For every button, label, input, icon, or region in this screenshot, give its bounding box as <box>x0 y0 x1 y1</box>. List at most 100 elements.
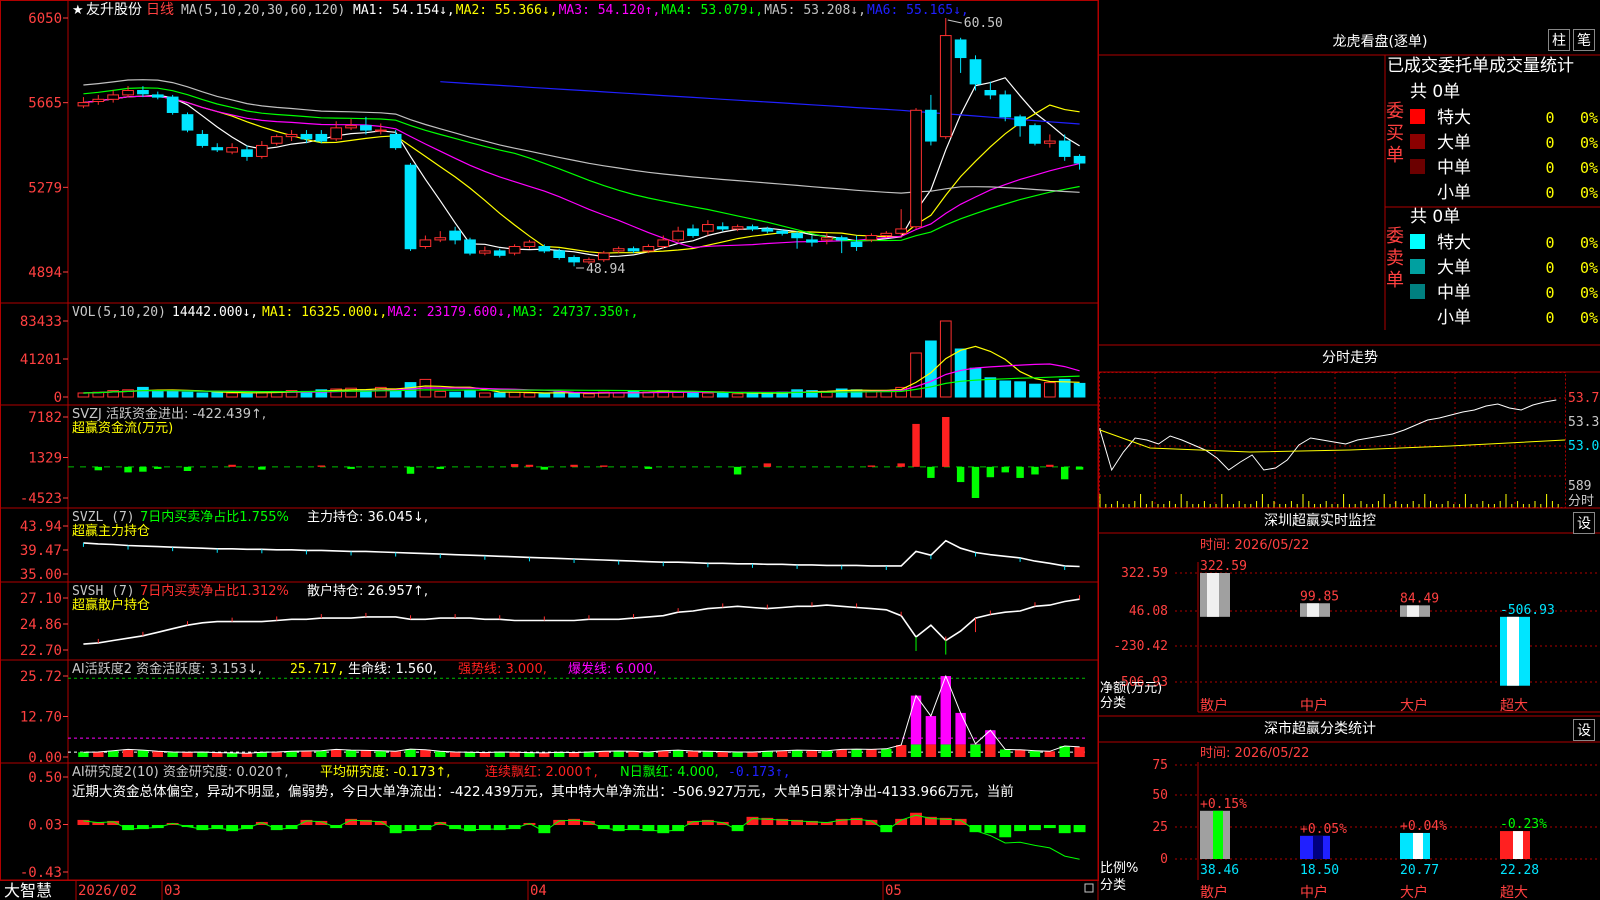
candle-body <box>954 39 967 59</box>
flow-bar <box>124 466 132 473</box>
research-bar <box>1058 825 1071 834</box>
active-bar <box>167 751 178 757</box>
sz-monitor-time: 时间: 2026/05/22 <box>1200 538 1309 553</box>
buy-row-swatch <box>1410 109 1425 124</box>
active-bar <box>732 751 743 757</box>
main-label: SVZL (7) <box>72 510 135 525</box>
retail-axis-tick: 24.86 <box>20 617 62 633</box>
active-burst-bar <box>955 712 966 745</box>
cls-bar-pct: 20.77 <box>1400 863 1439 878</box>
volume-bar <box>583 393 595 398</box>
active-bar <box>122 749 134 757</box>
volume-bar <box>226 392 238 398</box>
candle-body <box>315 133 328 142</box>
active-bar <box>1000 749 1011 757</box>
research-bar <box>1029 825 1041 831</box>
sell-row-label: 中单 <box>1437 283 1471 303</box>
active-bar <box>747 751 758 757</box>
active-bar <box>271 751 282 757</box>
candle-body <box>345 125 357 129</box>
sz-category-label: 大户 <box>1400 697 1428 714</box>
candle-body <box>553 250 566 258</box>
candle-body <box>731 226 744 230</box>
active-bar <box>182 752 193 757</box>
lock-icon <box>1084 883 1094 893</box>
sell-group-label: 委 <box>1386 226 1404 247</box>
research-bar <box>999 825 1012 838</box>
volume-bar <box>984 377 997 398</box>
flow-label: SVZJ 活跃资金进出: -422.439↑, <box>72 406 266 422</box>
flow-bar <box>912 423 920 467</box>
flow-bar <box>1046 464 1054 467</box>
candle-body <box>92 98 105 102</box>
ma5-line <box>83 77 1080 258</box>
flow-bar <box>1016 466 1024 478</box>
candle-body <box>107 94 120 100</box>
cls-bar-shine <box>1413 832 1423 859</box>
active-bar <box>360 750 372 757</box>
column-view-button[interactable]: 柱 <box>1548 29 1570 51</box>
volume-bar <box>538 393 551 398</box>
price-axis-tick: 5665 <box>28 96 62 112</box>
flow-bar <box>1060 466 1069 480</box>
active-bar <box>137 750 149 757</box>
active-bar <box>197 751 208 757</box>
volume-bar <box>196 392 209 398</box>
intraday-title: 分时走势 <box>1322 350 1378 366</box>
buy-row-count: 0 <box>1545 159 1554 177</box>
sz-category-label: 散户 <box>1200 697 1228 714</box>
volume-bar <box>464 390 476 398</box>
flow-bar <box>436 466 444 469</box>
retail-label: SVSH (7) <box>72 584 135 599</box>
buy-row-count: 0 <box>1545 184 1554 202</box>
sell-row-count: 0 <box>1545 309 1554 327</box>
flow-bar <box>600 465 608 467</box>
active-bar <box>985 744 996 757</box>
date-label: 04 <box>530 883 547 899</box>
cls-tick: 50 <box>1152 788 1168 803</box>
buy-row-label: 大单 <box>1437 133 1471 153</box>
flow-bar <box>139 466 147 472</box>
candle-body <box>657 239 670 248</box>
active-bar <box>658 750 669 757</box>
volume-bar <box>612 392 625 398</box>
favorite-star-icon: ★ <box>72 3 84 18</box>
candle-body <box>211 147 224 151</box>
active-burst-bar <box>925 716 937 745</box>
research-bar <box>1043 825 1056 829</box>
active-bar <box>1014 749 1026 757</box>
flow-bar <box>540 466 549 470</box>
volume-bar <box>1043 382 1056 398</box>
cls-tick: 75 <box>1152 758 1168 773</box>
flow-sublabel: 超赢资金流(万元) <box>72 420 173 436</box>
vol-ma1-value: MA1: 16325.000↓, <box>262 305 387 320</box>
cls-stats-settings-button[interactable]: 设 <box>1573 719 1595 741</box>
flow-bar <box>971 466 980 498</box>
active-axis-tick: 25.72 <box>20 669 62 685</box>
active-bar <box>851 749 862 757</box>
candle-body <box>226 147 238 153</box>
stock-chart-canvas[interactable]: 6050 5665 5279 4894 ★ 友升股份 日线 MA(5,10,20,30,60,… <box>0 0 1600 900</box>
sz-monitor-settings-button[interactable]: 设 <box>1573 512 1595 534</box>
candle-body <box>181 114 194 131</box>
flow-bar <box>510 464 519 467</box>
volume-bar <box>687 391 699 398</box>
vol-axis-tick: 41201 <box>20 352 62 368</box>
flow-bar <box>867 465 876 467</box>
candle-body <box>196 133 209 146</box>
vol-axis-tick: 83433 <box>20 314 62 330</box>
buy-row-count: 0 <box>1545 134 1554 152</box>
volume-bar <box>895 386 908 398</box>
tick-view-button[interactable]: 笔 <box>1573 29 1595 51</box>
cls-bar-change: +0.05% <box>1300 822 1347 837</box>
flow-bar <box>525 464 534 467</box>
buy-total: 共 0单 <box>1410 82 1460 102</box>
active-bar <box>777 750 788 757</box>
flow-bar <box>154 466 162 469</box>
volume-bar <box>137 386 149 398</box>
active-v5: 爆发线: 6.000, <box>568 661 657 677</box>
active-bar <box>152 751 163 757</box>
flow-bar <box>942 417 950 467</box>
sell-row-swatch <box>1410 259 1425 274</box>
flow-axis-tick: 7182 <box>28 410 62 426</box>
